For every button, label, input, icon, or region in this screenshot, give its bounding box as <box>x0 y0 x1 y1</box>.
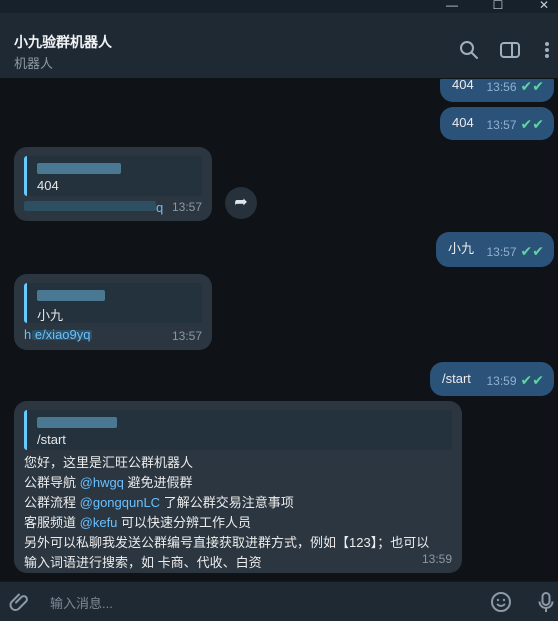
window-titlebar: — ☐ ✕ <box>0 0 558 13</box>
microphone-icon[interactable] <box>534 590 558 614</box>
line-suffix: 可以快速分辨工作人员 <box>121 515 252 530</box>
double-check-icon: ✔✔ <box>520 116 544 132</box>
chat-header: 小九验群机器人 机器人 <box>0 13 558 79</box>
message-line: 另外可以私聊我发送公群编号直接获取进群方式，例如【123】；也可以 <box>24 535 430 550</box>
double-check-icon: ✔✔ <box>520 372 544 388</box>
message-time: 13:59 <box>421 552 452 566</box>
message-line: 客服频道 @kefu 可以快速分辨工作人员 <box>24 513 449 533</box>
message-meta: 13:57 <box>172 329 202 343</box>
message-text: /start <box>442 371 471 386</box>
incoming-message[interactable]: 404 q 13:57 <box>14 147 212 221</box>
message-meta: 13:59 <box>422 552 452 566</box>
outgoing-message[interactable]: /start 13:59 ✔✔ <box>430 362 554 396</box>
message-time: 13:57 <box>486 245 517 259</box>
message-time: 13:57 <box>171 329 202 343</box>
paperclip-icon[interactable] <box>8 590 32 614</box>
incoming-message[interactable]: 小九 h e/xiao9yq 13:57 <box>14 274 212 350</box>
message-body: 您好，这里是汇旺公群机器人 公群导航 @hwgq 避免进假群 公群流程 @gon… <box>24 453 449 573</box>
message-meta: 13:56 ✔✔ <box>487 79 545 95</box>
message-line: 公群流程 @gongqunLC 了解公群交易注意事项 <box>24 493 449 513</box>
double-check-icon: ✔✔ <box>520 79 544 94</box>
incoming-message[interactable]: /start 您好，这里是汇旺公群机器人 公群导航 @hwgq 避免进假群 公群… <box>14 401 462 573</box>
emoji-icon[interactable] <box>489 590 513 614</box>
message-composer <box>0 581 558 621</box>
message-link[interactable]: q <box>156 200 163 215</box>
message-line: 输入词语进行搜索，如 卡商、代收、白资 <box>24 555 262 570</box>
sidebar-toggle-icon[interactable] <box>499 39 521 61</box>
line-suffix: 了解公群交易注意事项 <box>163 495 294 510</box>
reply-quote[interactable]: /start <box>24 410 452 450</box>
quote-sender-redacted <box>37 290 105 301</box>
line-prefix: 客服频道 <box>24 515 77 530</box>
chat-history[interactable]: 404 13:56 ✔✔ 404 13:57 ✔✔ 404 q 13:57 ➦ 小九… <box>0 79 558 581</box>
reply-quote[interactable]: 404 <box>24 156 202 196</box>
message-meta: 13:57 <box>172 200 202 214</box>
line-prefix: 公群流程 <box>24 495 77 510</box>
close-button[interactable]: ✕ <box>524 0 558 13</box>
message-input[interactable] <box>48 592 452 614</box>
message-line: 您好，这里是汇旺公群机器人 <box>24 455 194 470</box>
reply-quote[interactable]: 小九 <box>24 283 202 323</box>
search-icon[interactable] <box>458 39 480 61</box>
quote-text: 小九 <box>37 308 64 323</box>
outgoing-message[interactable]: 小九 13:57 ✔✔ <box>436 232 554 267</box>
quote-text: /start <box>37 432 66 447</box>
line-suffix: 避免进假群 <box>127 475 193 490</box>
message-time: 13:57 <box>171 200 202 214</box>
message-time: 13:56 <box>486 80 517 94</box>
quote-text: 404 <box>37 178 59 193</box>
message-meta: 13:59 ✔✔ <box>487 372 545 389</box>
minimize-button[interactable]: — <box>432 0 472 13</box>
quote-sender-redacted <box>37 163 121 174</box>
message-text: 404 <box>452 79 474 92</box>
chat-title: 小九验群机器人 <box>14 34 112 50</box>
line-prefix: 公群导航 <box>24 475 77 490</box>
redacted-link <box>24 201 156 211</box>
message-link[interactable]: h e/xiao9yq <box>24 327 91 342</box>
outgoing-message[interactable]: 404 13:57 ✔✔ <box>440 107 554 140</box>
message-time: 13:59 <box>486 374 517 388</box>
double-check-icon: ✔✔ <box>520 243 544 259</box>
quote-sender-redacted <box>37 417 117 428</box>
message-time: 13:57 <box>486 118 517 132</box>
message-meta: 13:57 ✔✔ <box>487 243 545 260</box>
outgoing-message[interactable]: 404 13:56 ✔✔ <box>440 79 554 102</box>
message-text: 小九 <box>448 241 475 256</box>
chat-subtitle: 机器人 <box>14 56 54 71</box>
message-text: 404 <box>452 115 474 130</box>
message-line: 公群导航 @hwgq 避免进假群 <box>24 473 449 493</box>
mention-link[interactable]: @kefu <box>80 515 118 530</box>
mention-link[interactable]: @hwgq <box>80 475 124 490</box>
message-meta: 13:57 ✔✔ <box>487 116 545 133</box>
more-vertical-icon[interactable] <box>536 39 558 61</box>
mention-link[interactable]: @gongqunLC <box>80 495 160 510</box>
forward-icon[interactable]: ➦ <box>225 187 257 219</box>
maximize-button[interactable]: ☐ <box>478 0 518 13</box>
